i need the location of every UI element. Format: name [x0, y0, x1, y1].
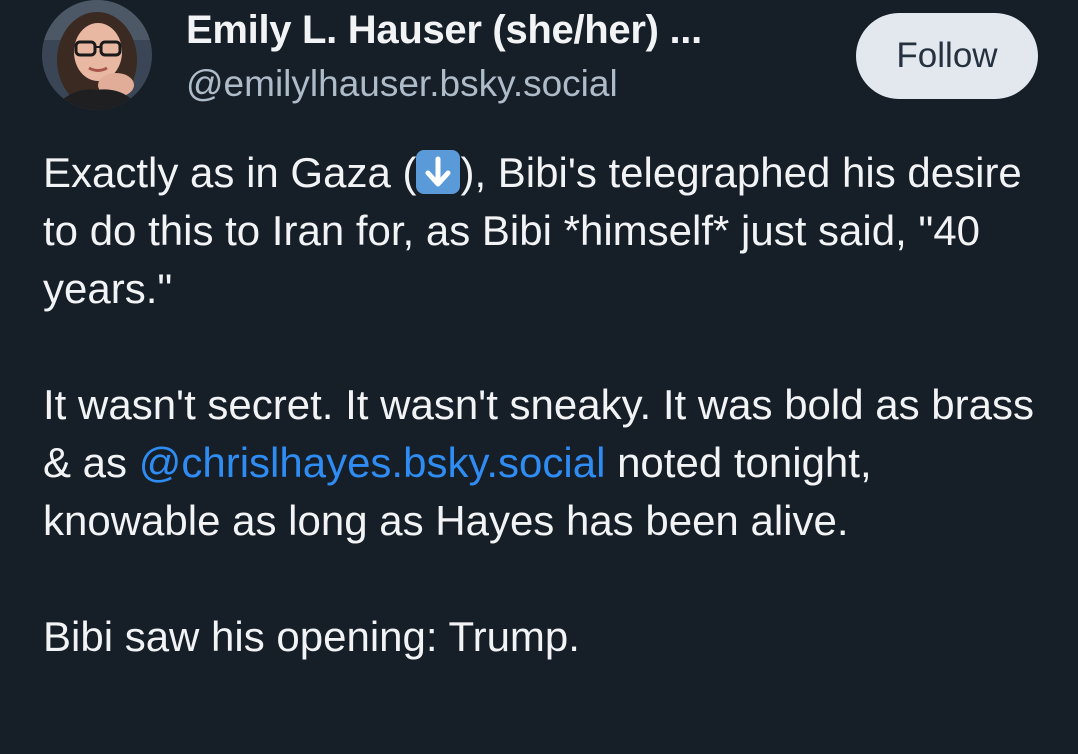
author-avatar[interactable] [42, 0, 152, 110]
post-paragraph-3: Bibi saw his opening: Trump. [43, 613, 580, 660]
mention-link[interactable]: @chrislhayes.bsky.social [139, 439, 606, 486]
follow-button[interactable]: Follow [856, 13, 1038, 99]
down-arrow-emoji-icon [416, 150, 461, 194]
post-card: Emily L. Hauser (she/her) ... @emilylhau… [0, 0, 1078, 754]
author-display-name[interactable]: Emily L. Hauser (she/her) ... [186, 8, 702, 53]
post-text-segment: Exactly as in Gaza ( [43, 149, 417, 196]
author-handle[interactable]: @emilylhauser.bsky.social [186, 63, 618, 105]
post-paragraph-1: Exactly as in Gaza (), Bibi's telegraphe… [43, 144, 1043, 318]
post-text: Exactly as in Gaza (), Bibi's telegraphe… [43, 144, 1043, 666]
post-paragraph-2: It wasn't secret. It wasn't sneaky. It w… [43, 376, 1043, 550]
avatar-image [42, 0, 152, 110]
